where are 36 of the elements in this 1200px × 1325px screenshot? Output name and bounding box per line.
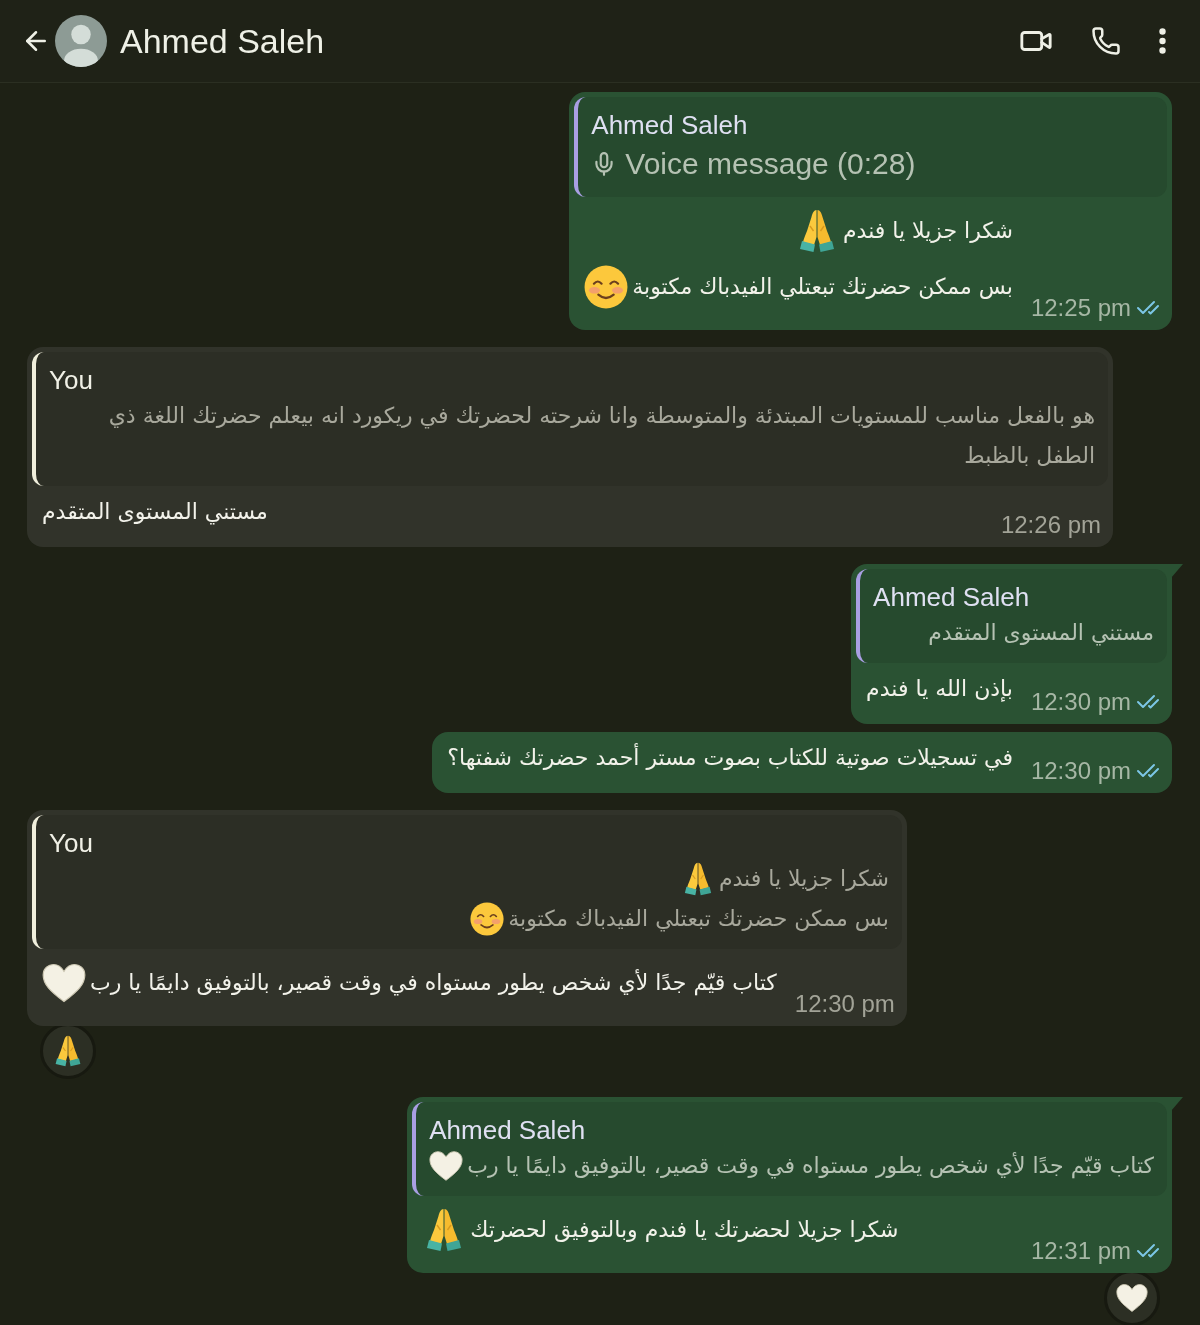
- message-time: 12:30 pm: [1030, 756, 1131, 786]
- message-text: مستني المستوى المتقدم: [42, 498, 268, 527]
- quote-text: بس ممكن حضرتك تبعتلي الفيدباك مكتوبة: [508, 905, 889, 934]
- heart-icon: [429, 1149, 464, 1183]
- message-time: 12:30 pm: [1030, 687, 1131, 717]
- message-text: شكرا جزيلا يا فندم: [842, 217, 1013, 245]
- message-time: 12:30 pm: [794, 989, 895, 1019]
- reaction-badge[interactable]: [1104, 1270, 1160, 1325]
- message-text: بإذن الله يا فندم: [866, 675, 1013, 704]
- message-time: 12:26 pm: [1000, 510, 1101, 540]
- quote-text: مستني المستوى المتقدم: [928, 619, 1154, 648]
- quoted-message[interactable]: Ahmed Saleh Voice message (0:28): [574, 97, 1167, 197]
- message-time: 12:25 pm: [1030, 293, 1131, 323]
- voice-message-label: Voice message (0:28): [625, 146, 916, 182]
- message-text: شكرا جزيلا لحضرتك يا فندم وبالتوفيق لحضرتك: [470, 1216, 899, 1244]
- quote-author: You: [49, 364, 94, 396]
- reaction-badge[interactable]: [40, 1023, 96, 1079]
- quote-text: شكرا جزيلا يا فندم: [718, 865, 889, 893]
- quote-author: You: [49, 827, 94, 859]
- avatar-icon[interactable]: [55, 15, 107, 67]
- phone-icon: [1091, 26, 1121, 56]
- smiling-face-icon: [584, 265, 629, 309]
- quote-author: Ahmed Saleh: [429, 1114, 587, 1146]
- message-text: كتاب قيّم جدًا لأي شخص يطور مستواه في وقت قصير، بالتوفيق دايمًا يا رب: [90, 968, 777, 998]
- message-text: في تسجيلات صوتية للكتاب بصوت مستر أحمد حضرتك شفتها؟: [447, 742, 1013, 773]
- heart-icon: [42, 961, 86, 1005]
- smiling-face-icon: [470, 902, 505, 936]
- contact-name[interactable]: Ahmed Saleh: [120, 21, 325, 61]
- heart-icon: [1116, 1282, 1148, 1314]
- message-time: 12:31 pm: [1030, 1236, 1131, 1266]
- quote-text: هو بالفعل مناسب للمستويات المبتدئة والمتوسطة وانا شرحته لحضرتك في ريكورد انه بيعلم حضرتك اللغة ذي الطفل بالظبط: [107, 402, 1095, 470]
- quote-author: Ahmed Saleh: [591, 109, 749, 141]
- message-text: بس ممكن حضرتك تبعتلي الفيدباك مكتوبة: [632, 273, 1013, 302]
- menu-icon: [1158, 28, 1166, 54]
- quote-text: كتاب قيّم جدًا لأي شخص يطور مستواه في وقت قصير، بالتوفيق دايمًا يا رب: [467, 1151, 1154, 1181]
- quote-author: Ahmed Saleh: [873, 581, 1031, 613]
